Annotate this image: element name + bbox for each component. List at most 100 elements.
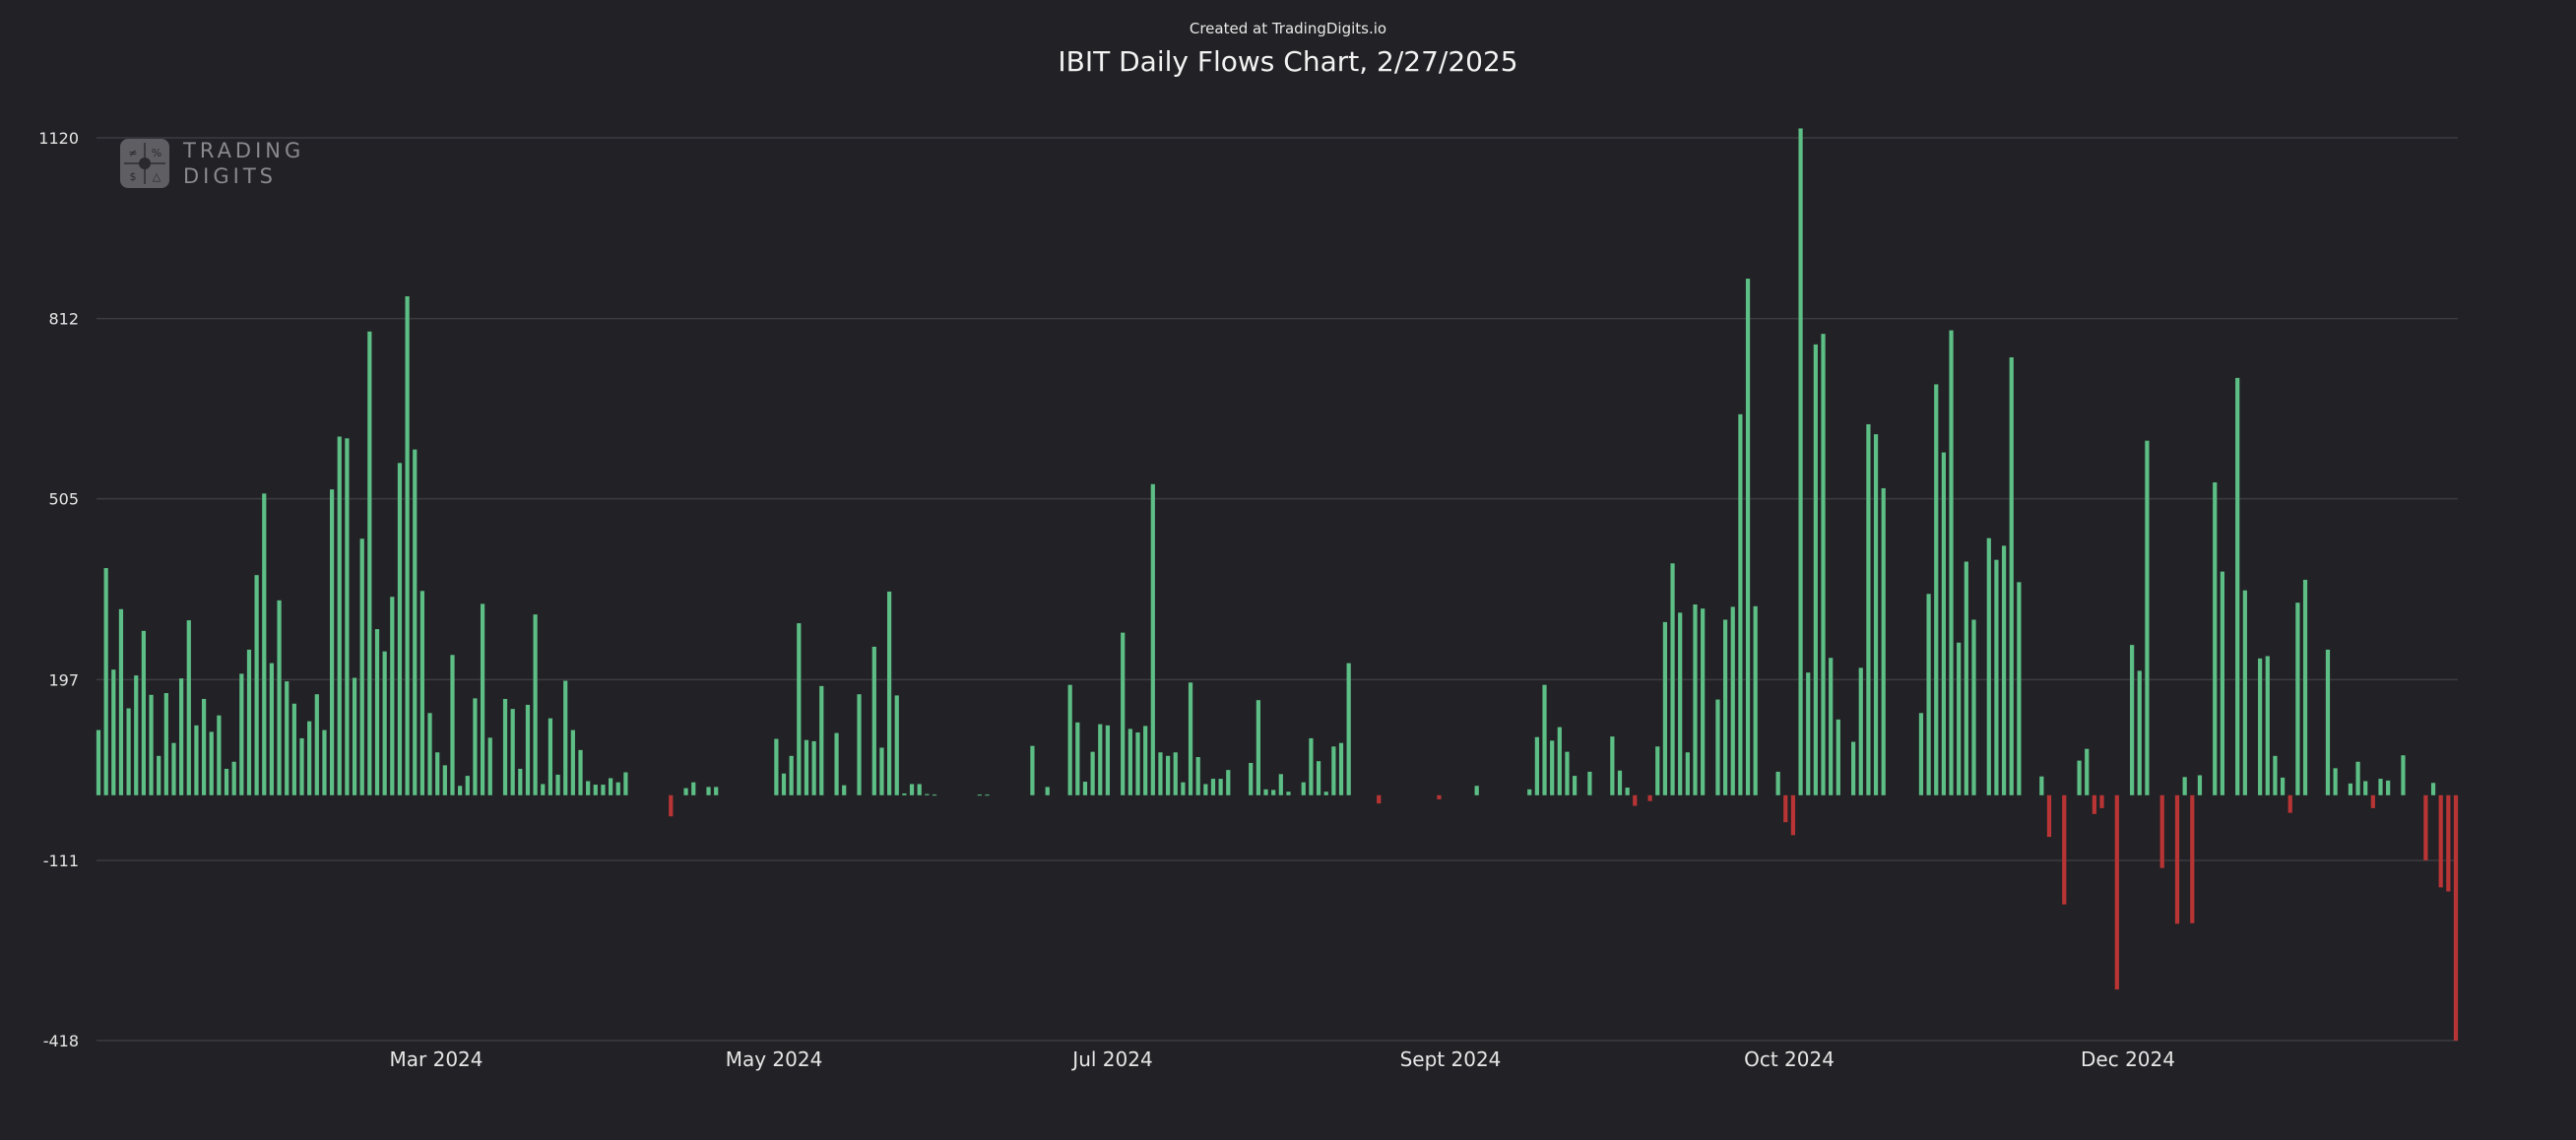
inflow-bar: [2130, 645, 2135, 795]
inflow-bar: [1286, 792, 1291, 795]
svg-text:≠: ≠: [128, 147, 137, 159]
inflow-bar: [623, 772, 628, 795]
chart-svg: 1120 812 505 197 -111 -418 Mar 2024 May 2024 Ju…: [38, 128, 2459, 1071]
inflow-bar: [615, 782, 620, 795]
inflow-bar: [1858, 667, 1863, 795]
svg-text:$: $: [130, 170, 137, 183]
inflow-bar: [1587, 771, 1592, 795]
inflow-bar: [2182, 777, 2187, 795]
inflow-bar: [2017, 582, 2022, 795]
inflow-bar: [2378, 779, 2383, 795]
inflow-bar: [714, 787, 719, 795]
inflow-bar: [1866, 423, 1871, 795]
inflow-bar: [887, 591, 892, 795]
inflow-bar: [510, 709, 515, 795]
x-tick-label: Dec 2024: [2081, 1047, 2175, 1071]
inflow-bar: [593, 785, 598, 795]
inflow-bar: [1135, 731, 1140, 795]
inflow-bar: [1121, 632, 1126, 795]
inflow-bar: [2280, 777, 2286, 795]
inflow-bar: [1835, 719, 1840, 795]
inflow-bar: [405, 295, 410, 795]
outflow-bar: [2062, 794, 2067, 905]
inflow-bar: [1798, 128, 1803, 795]
inflow-bar: [1181, 782, 1186, 795]
outflow-bar: [2190, 794, 2195, 923]
inflow-bar: [1105, 725, 1111, 795]
y-tick-label: -111: [43, 852, 79, 870]
inflow-bar: [1271, 790, 1276, 795]
inflow-bar: [2265, 656, 2270, 795]
outflow-bar: [2370, 794, 2375, 808]
inflow-bar: [601, 785, 606, 795]
inflow-bar: [518, 768, 523, 795]
inflow-bar: [781, 773, 787, 795]
inflow-bar: [547, 718, 553, 795]
inflow-bar: [322, 729, 327, 795]
inflow-bar: [1323, 792, 1328, 795]
inflow-bar: [2039, 776, 2044, 795]
chart-root: Created at TradingDigits.io IBIT Daily F…: [0, 0, 2576, 1140]
inflow-bar: [811, 740, 816, 795]
inflow-bar: [1949, 330, 1954, 795]
outflow-bar: [1783, 794, 1788, 823]
inflow-bar: [1610, 736, 1615, 795]
inflow-bar: [337, 436, 342, 795]
inflow-bar: [1226, 770, 1231, 795]
inflow-bar: [314, 694, 319, 795]
inflow-bar: [1098, 724, 1103, 795]
inflow-bar: [194, 725, 199, 795]
inflow-bar: [525, 704, 531, 795]
inflow-bar: [427, 713, 432, 795]
inflow-bar: [2302, 579, 2308, 795]
inflow-bar: [413, 449, 418, 795]
tradingdigits-logo: ≠ % $ △ TRADING DIGITS: [120, 138, 304, 189]
inflow-bar: [2085, 748, 2090, 795]
inflow-bar: [1986, 538, 1991, 795]
x-tick-label: Oct 2024: [1744, 1047, 1835, 1071]
outflow-bar: [1647, 794, 1652, 801]
inflow-bar: [254, 575, 259, 795]
inflow-bar: [1263, 789, 1268, 795]
inflow-bar: [563, 680, 568, 795]
inflow-bar: [1738, 413, 1743, 795]
inflow-bar: [578, 749, 583, 795]
inflow-bar: [299, 737, 304, 795]
inflow-bar: [1670, 563, 1675, 795]
inflow-bar: [1655, 746, 1660, 795]
inflow-bar: [1218, 779, 1223, 795]
inflow-bar: [1617, 770, 1623, 795]
inflow-bar: [1573, 776, 1578, 795]
inflow-bar: [1045, 787, 1050, 795]
inflow-bar: [201, 698, 207, 795]
inflow-bar: [1957, 642, 1962, 795]
inflow-bar: [834, 732, 839, 795]
y-tick-label: 1120: [38, 129, 79, 148]
outflow-bar: [2092, 794, 2096, 814]
inflow-bar: [1701, 608, 1706, 795]
inflow-bar: [1829, 658, 1834, 795]
inflow-bar: [111, 669, 116, 795]
inflow-bar: [1693, 604, 1698, 795]
inflow-bar: [2001, 545, 2007, 795]
inflow-bar: [1158, 752, 1163, 795]
inflow-bar: [1534, 736, 1539, 795]
inflow-bar: [2348, 783, 2353, 795]
inflow-bar: [1964, 561, 1968, 795]
inflow-bar: [894, 695, 899, 795]
inflow-bar: [1806, 672, 1811, 795]
inflow-bar: [96, 729, 101, 795]
inflow-bar: [1851, 741, 1856, 795]
inflow-bar: [1926, 594, 1931, 795]
inflow-bar: [231, 761, 236, 795]
y-axis-ticks: 1120 812 505 197 -111 -418: [38, 129, 79, 1050]
inflow-bar: [917, 784, 922, 795]
inflow-bar: [352, 677, 357, 795]
inflow-bar: [217, 715, 222, 795]
inflow-bar: [2137, 670, 2142, 795]
gridlines: [97, 137, 2458, 1042]
inflow-bar: [1662, 621, 1668, 795]
inflow-bar: [367, 331, 372, 795]
y-tick-label: 812: [48, 310, 79, 329]
inflow-bar: [1934, 384, 1939, 795]
